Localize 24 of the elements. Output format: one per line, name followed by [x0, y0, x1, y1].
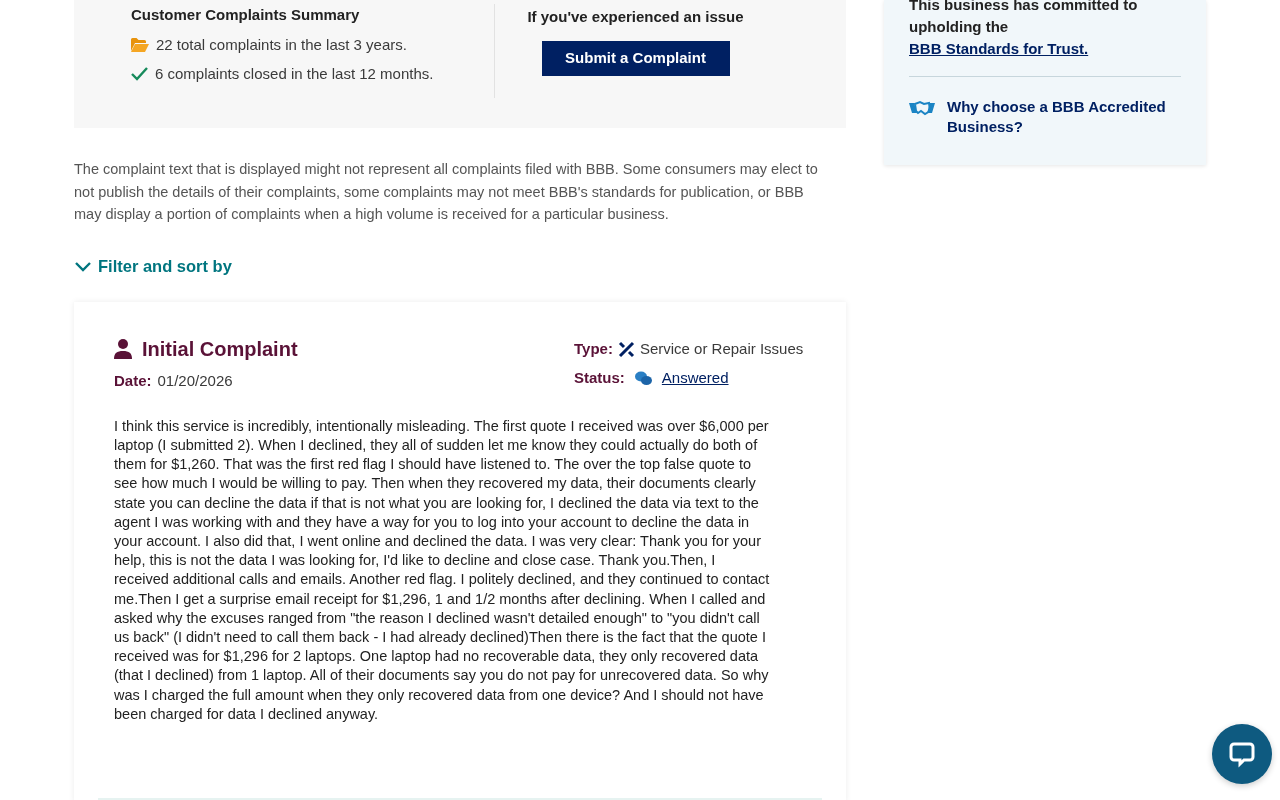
why-accredited-link[interactable]: Why choose a BBB Accredited Business?: [947, 97, 1181, 137]
complaint-date: 01/20/2026: [157, 371, 233, 392]
disclaimer-text: The complaint text that is displayed might not represent all complaints filed with BBB. Some consumers may elect to not publish the details of their complaints, some complaints may not meet BBB's standards for publication, or BBB may display a portion of complaints when a high volume is received for a particular business.: [74, 160, 819, 224]
folder-icon: [131, 37, 149, 52]
date-label: Date:: [114, 371, 152, 392]
complaint-text: I think this service is incredibly, intentionally misleading. The first quote I received was over $6,000 per laptop (I submitted 2). When I declined, they all of sudden let me know they could actually do both of them for $1,260. That was the first red flag I should have listened to. The over the top false quote to see how much I would be willing to pay. Then when they recovered my data, their documents clearly state you can decline the data if that is not what you are looking for, I declined the data via text to the agent I was working with and they have a way for you to log into your account to decline the data in your account. I also did that, I went online and declined the data. I was very clear: Thank you for your help, this is not the data I was looking for, I'd like to decline and close case. Thank you.Then, I received additional calls and emails. Another red flag. I politely declined, and they continued to contact me.Then I get a surprise email receipt for $1,296, 1 and 1/2 months after declining. When I called and asked why the excuses ranged from "the reason I declined wasn't detailed enough" to "you didn't call us back" (I didn't need to call them back - I had already declined)Then there is the fact that the quote I received was for $1,296 for 2 laptops. One laptop had no recoverable data, they only recovered data (that I declined) from 1 laptop. All of their documents say you do not pay for unrecovered data. So why was I charged the full amount when they only recovered data from one device? And I should not have been charged for data I declined anyway.: [114, 416, 771, 724]
summary-stat: 6 complaints closed in the last 12 months.: [155, 64, 434, 84]
filter-toggle[interactable]: Filter and sort by: [74, 253, 232, 279]
status-label: Status:: [574, 367, 625, 388]
check-icon: [131, 67, 148, 82]
standards-link[interactable]: BBB Standards for Trust.: [909, 40, 1089, 57]
complaint-title: Initial Complaint: [142, 337, 298, 363]
cta-heading: If you've experienced an issue: [527, 7, 744, 27]
submit-complaint-button[interactable]: Submit a Complaint: [541, 40, 730, 76]
type-label: Type:: [574, 339, 613, 360]
status-link[interactable]: Answered: [661, 366, 729, 390]
person-icon: [114, 339, 132, 360]
complaint-type: Service or Repair Issues: [639, 339, 804, 360]
chat-bubbles-icon: [634, 370, 652, 386]
summary-title: Customer Complaints Summary: [131, 5, 361, 25]
chat-button[interactable]: [1212, 724, 1272, 784]
chat-icon: [1228, 740, 1256, 768]
summary-stat: 22 total complaints in the last 3 years.: [156, 34, 407, 55]
chevron-icon: [74, 259, 92, 272]
